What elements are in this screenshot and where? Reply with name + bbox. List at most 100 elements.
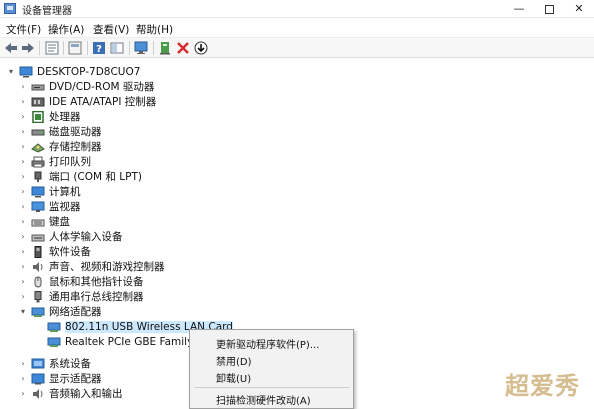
- tree-category-label: 人体学输入设备: [49, 231, 123, 243]
- uninstall-icon[interactable]: [175, 40, 191, 56]
- computer-icon: [19, 66, 33, 78]
- forward-icon[interactable]: [20, 40, 36, 56]
- tree-category-label: 系统设备: [49, 358, 91, 370]
- expand-arrow-icon[interactable]: ›: [18, 184, 28, 199]
- expand-arrow-icon[interactable]: ›: [18, 214, 28, 229]
- port-icon: [31, 171, 45, 183]
- properties-icon[interactable]: [44, 40, 60, 56]
- menu-file[interactable]: 文件(F): [6, 22, 41, 37]
- expand-arrow-icon[interactable]: ›: [18, 199, 28, 214]
- tree-category-audio-io[interactable]: › 音频输入和输出: [18, 386, 123, 401]
- update-driver-icon[interactable]: [157, 40, 173, 56]
- maximize-button[interactable]: [534, 0, 564, 18]
- expand-arrow-icon[interactable]: ›: [18, 154, 28, 169]
- tree-category-computer[interactable]: › 计算机: [18, 184, 81, 199]
- context-menu: 更新驱动程序软件(P)... 禁用(D) 卸载(U) 扫描检测硬件改动(A): [189, 329, 354, 409]
- display-adapter-icon: [31, 373, 45, 385]
- tree-category-keyboard[interactable]: › 键盘: [18, 214, 70, 229]
- context-update-driver[interactable]: 更新驱动程序软件(P)...: [216, 336, 319, 351]
- toolbar-separator: [129, 41, 130, 55]
- tree-category-system[interactable]: › 系统设备: [18, 356, 91, 371]
- menu-help[interactable]: 帮助(H): [136, 22, 173, 37]
- expand-arrow-icon[interactable]: ›: [18, 94, 28, 109]
- printer-icon: [31, 156, 45, 168]
- sound-icon: [31, 261, 45, 273]
- tree-category-hid[interactable]: › 人体学输入设备: [18, 229, 123, 244]
- tree-category-print-queue[interactable]: › 打印队列: [18, 154, 91, 169]
- tree-category-ide[interactable]: › IDE ATA/ATAPI 控制器: [18, 94, 156, 109]
- network-adapter-icon: [47, 321, 61, 333]
- tree-category-sound[interactable]: › 声音、视频和游戏控制器: [18, 259, 165, 274]
- tree-category-label: 监视器: [49, 201, 81, 213]
- device-manager-icon: [4, 3, 16, 14]
- network-adapter-icon: [47, 336, 61, 348]
- tree-category-label: DVD/CD-ROM 驱动器: [49, 81, 155, 93]
- minimize-button[interactable]: —: [504, 0, 534, 18]
- menu-bar: 文件(F) 操作(A) 查看(V) 帮助(H): [0, 19, 594, 37]
- show-hidden-icon[interactable]: [67, 40, 83, 56]
- tree-category-processor[interactable]: › 处理器: [18, 109, 81, 124]
- toolbar-separator: [63, 41, 64, 55]
- system-device-icon: [31, 358, 45, 370]
- maximize-icon: [544, 4, 554, 14]
- tree-category-label: 显示适配器: [49, 373, 102, 385]
- context-scan-hardware[interactable]: 扫描检测硬件改动(A): [216, 392, 311, 407]
- tree-category-label: 音频输入和输出: [49, 388, 123, 400]
- tree-category-usb[interactable]: › 通用串行总线控制器: [18, 289, 144, 304]
- tree-category-label: 声音、视频和游戏控制器: [49, 261, 165, 273]
- title-bar: 设备管理器 — ✕: [0, 0, 594, 18]
- expand-arrow-icon[interactable]: ›: [18, 244, 28, 259]
- tree-category-label: 磁盘驱动器: [49, 126, 102, 138]
- tree-category-monitor[interactable]: › 监视器: [18, 199, 81, 214]
- expand-arrow-icon[interactable]: ›: [18, 169, 28, 184]
- expand-arrow-icon[interactable]: ›: [18, 386, 28, 401]
- tree-category-mouse[interactable]: › 鼠标和其他指针设备: [18, 274, 144, 289]
- collapse-arrow-icon[interactable]: ▾: [18, 304, 28, 319]
- expand-arrow-icon[interactable]: ›: [18, 259, 28, 274]
- tree-category-storage[interactable]: › 存储控制器: [18, 139, 101, 154]
- context-uninstall[interactable]: 卸载(U): [216, 370, 251, 385]
- collapse-arrow-icon[interactable]: ▾: [6, 64, 16, 79]
- tree-category-label: 鼠标和其他指针设备: [49, 276, 144, 288]
- software-device-icon: [31, 245, 45, 258]
- svg-text:?: ?: [96, 44, 102, 55]
- ide-controller-icon: [31, 96, 45, 108]
- toolbar: ?: [0, 37, 594, 58]
- toolbar-separator: [39, 41, 40, 55]
- menu-view[interactable]: 查看(V): [93, 22, 129, 37]
- watermark: 超爱秀: [505, 372, 580, 400]
- tree-category-software[interactable]: › 软件设备: [18, 244, 91, 259]
- monitor-icon[interactable]: [133, 40, 149, 56]
- tree-category-dvd[interactable]: › DVD/CD-ROM 驱动器: [18, 79, 154, 94]
- expand-arrow-icon[interactable]: ›: [18, 124, 28, 139]
- view-icon[interactable]: [109, 40, 125, 56]
- help-icon[interactable]: ?: [91, 40, 107, 56]
- expand-arrow-icon[interactable]: ›: [18, 139, 28, 154]
- context-disable[interactable]: 禁用(D): [216, 353, 252, 368]
- tree-category-label: 打印队列: [49, 156, 91, 168]
- menu-action[interactable]: 操作(A): [48, 22, 84, 37]
- tree-category-ports[interactable]: › 端口 (COM 和 LPT): [18, 169, 142, 184]
- tree-category-disk[interactable]: › 磁盘驱动器: [18, 124, 102, 139]
- keyboard-icon: [31, 216, 45, 228]
- tree-category-label: 计算机: [49, 186, 81, 198]
- tree-category-network[interactable]: ▾ 网络适配器: [18, 304, 102, 319]
- expand-arrow-icon[interactable]: ›: [18, 371, 28, 386]
- tree-category-label: 处理器: [49, 111, 81, 123]
- tree-category-display[interactable]: › 显示适配器: [18, 371, 102, 386]
- tree-root[interactable]: ▾ DESKTOP-7D8CUO7: [6, 64, 140, 79]
- close-button[interactable]: ✕: [564, 0, 594, 18]
- network-adapter-icon: [31, 306, 45, 318]
- tree-category-label: 软件设备: [49, 246, 91, 258]
- expand-arrow-icon[interactable]: ›: [18, 356, 28, 371]
- expand-arrow-icon[interactable]: ›: [18, 109, 28, 124]
- expand-arrow-icon[interactable]: ›: [18, 79, 28, 94]
- expand-arrow-icon[interactable]: ›: [18, 274, 28, 289]
- expand-arrow-icon[interactable]: ›: [18, 229, 28, 244]
- expand-arrow-icon[interactable]: ›: [18, 289, 28, 304]
- back-icon[interactable]: [3, 40, 19, 56]
- processor-icon: [31, 110, 45, 123]
- scan-icon[interactable]: [193, 40, 209, 56]
- context-separator: [194, 387, 350, 388]
- tree-category-label: 网络适配器: [49, 306, 102, 318]
